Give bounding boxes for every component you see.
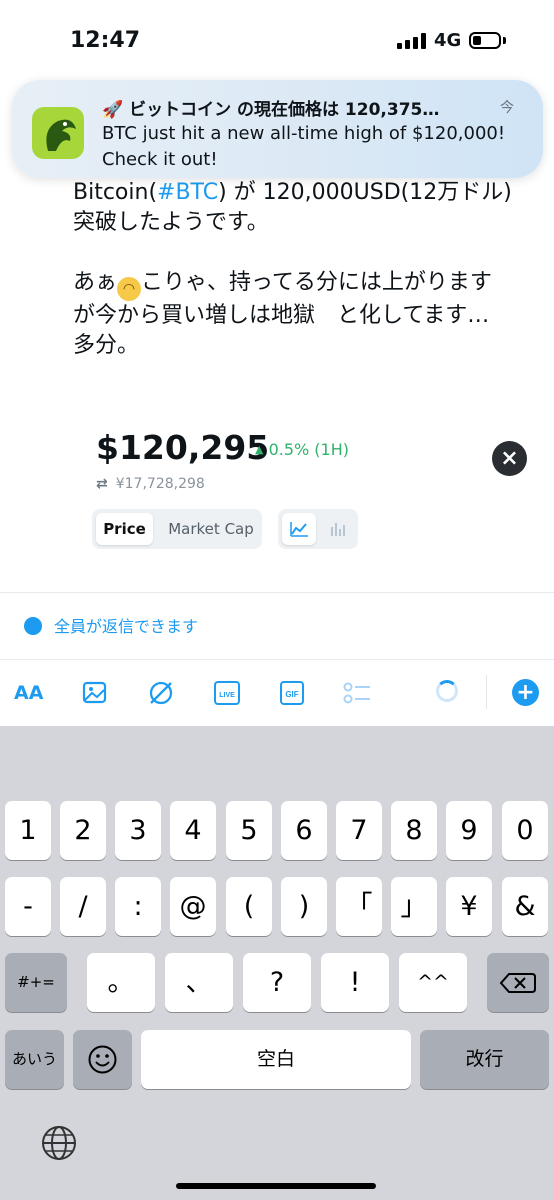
key-slash[interactable]: /	[60, 877, 106, 936]
reply-setting-label: 全員が返信できます	[54, 617, 199, 636]
key-2[interactable]: 2	[60, 801, 106, 860]
key-question[interactable]: ?	[243, 953, 311, 1012]
key-1[interactable]: 1	[5, 801, 51, 860]
tab-price[interactable]: Price	[96, 513, 153, 545]
key-comma-jp[interactable]: 、	[165, 953, 233, 1012]
key-9[interactable]: 9	[446, 801, 492, 860]
reply-setting[interactable]: 全員が返信できます	[24, 613, 198, 637]
key-open-bracket[interactable]: 「	[336, 877, 382, 936]
emoji-face-icon	[88, 1045, 117, 1074]
key-hyphen[interactable]: -	[5, 877, 51, 936]
post-text[interactable]: Bitcoin(#BTC) が 120,000USD(12万ドル) 突破したよう…	[73, 178, 543, 361]
post-text-segment: Bitcoin(	[73, 180, 158, 205]
parrot-logo-icon	[46, 119, 76, 151]
swap-icon[interactable]: ⇄	[96, 476, 108, 492]
key-colon[interactable]: :	[115, 877, 161, 936]
add-post-button[interactable]: +	[512, 679, 539, 706]
post-line-2: 突破したようです。	[73, 210, 269, 235]
live-icon[interactable]: LIVE	[213, 680, 241, 706]
network-type: 4G	[434, 30, 462, 51]
post-line-3: あぁ ◠ こりゃ、持ってる分には上がります	[73, 268, 543, 301]
post-line-4: が今から買い増しは地獄 と化してます…	[73, 303, 490, 328]
home-indicator[interactable]	[176, 1183, 376, 1189]
price-metric-toggle: Price Market Cap	[92, 509, 262, 549]
key-caret-face[interactable]: ^^	[399, 953, 467, 1012]
delete-key[interactable]	[487, 953, 549, 1012]
post-text-segment: あぁ	[73, 270, 118, 295]
sweat-smile-emoji-icon: ◠	[117, 277, 142, 301]
post-text-segment: ) が 120,000USD(12万ドル)	[218, 180, 512, 205]
key-period-jp[interactable]: 。	[87, 953, 155, 1012]
key-3[interactable]: 3	[115, 801, 161, 860]
status-time: 12:47	[70, 28, 141, 53]
bar-chart-button[interactable]	[320, 513, 354, 545]
notification-time: 今	[500, 100, 514, 116]
line-chart-icon	[290, 522, 308, 537]
image-icon[interactable]	[82, 680, 108, 706]
divider	[0, 592, 554, 593]
poll-icon[interactable]	[342, 680, 372, 706]
key-open-paren[interactable]: (	[226, 877, 272, 936]
key-7[interactable]: 7	[336, 801, 382, 860]
key-at[interactable]: @	[170, 877, 216, 936]
app-icon	[32, 107, 84, 159]
key-8[interactable]: 8	[391, 801, 437, 860]
yen-price: ¥17,728,298	[115, 476, 205, 492]
symbols-key[interactable]: #+=	[5, 953, 67, 1012]
up-arrow-icon: ▲	[255, 443, 264, 456]
notification-title: 🚀 ビットコイン の現在価格は 120,375…	[102, 100, 440, 120]
notification-body: BTC just hit a new all-time high of $120…	[102, 123, 506, 170]
grok-icon[interactable]	[147, 679, 175, 707]
text-size-button[interactable]: AA	[14, 682, 43, 712]
close-card-button[interactable]: ×	[492, 441, 527, 476]
post-line-1: Bitcoin(#BTC) が 120,000USD(12万ドル)	[73, 178, 543, 208]
return-key[interactable]: 改行	[420, 1030, 549, 1089]
key-4[interactable]: 4	[170, 801, 216, 860]
space-key[interactable]: 空白	[141, 1030, 411, 1089]
post-line-5: 多分。	[73, 333, 140, 358]
battery-tip	[503, 37, 506, 44]
line-chart-button[interactable]	[282, 513, 316, 545]
backspace-icon	[499, 973, 536, 993]
globe-keyboard-icon[interactable]	[40, 1124, 78, 1162]
character-count-ring-icon	[436, 680, 458, 702]
key-ampersand[interactable]: &	[502, 877, 548, 936]
svg-text:LIVE: LIVE	[219, 692, 235, 699]
push-notification[interactable]: 🚀 ビットコイン の現在価格は 120,375… 今 BTC just hit …	[12, 80, 543, 178]
toolbar-divider	[486, 675, 487, 709]
bar-chart-icon	[331, 523, 345, 536]
globe-icon	[24, 617, 42, 635]
key-close-bracket[interactable]: 」	[391, 877, 437, 936]
key-yen[interactable]: ¥	[446, 877, 492, 936]
chart-type-toggle	[278, 509, 358, 549]
key-exclamation[interactable]: !	[321, 953, 389, 1012]
key-0[interactable]: 0	[502, 801, 548, 860]
gif-icon[interactable]: GIF	[279, 680, 305, 706]
svg-text:GIF: GIF	[285, 690, 298, 699]
post-text-segment: こりゃ、持ってる分には上がります	[141, 270, 492, 295]
emoji-key[interactable]	[73, 1030, 132, 1089]
kana-key[interactable]: あいう	[5, 1030, 64, 1089]
yen-price-row: ⇄ ¥17,728,298	[96, 476, 205, 492]
signal-icon	[397, 33, 427, 49]
btc-price: $120,295	[96, 428, 270, 467]
price-change-value: 0.5% (1H)	[268, 440, 349, 459]
price-change: ▲ 0.5% (1H)	[255, 440, 349, 459]
key-6[interactable]: 6	[281, 801, 327, 860]
tab-market-cap[interactable]: Market Cap	[164, 513, 258, 545]
status-bar: 12:47 4G	[0, 0, 554, 80]
key-close-paren[interactable]: )	[281, 877, 327, 936]
battery-icon	[469, 32, 501, 49]
hashtag-link[interactable]: #BTC	[157, 180, 218, 205]
key-5[interactable]: 5	[226, 801, 272, 860]
